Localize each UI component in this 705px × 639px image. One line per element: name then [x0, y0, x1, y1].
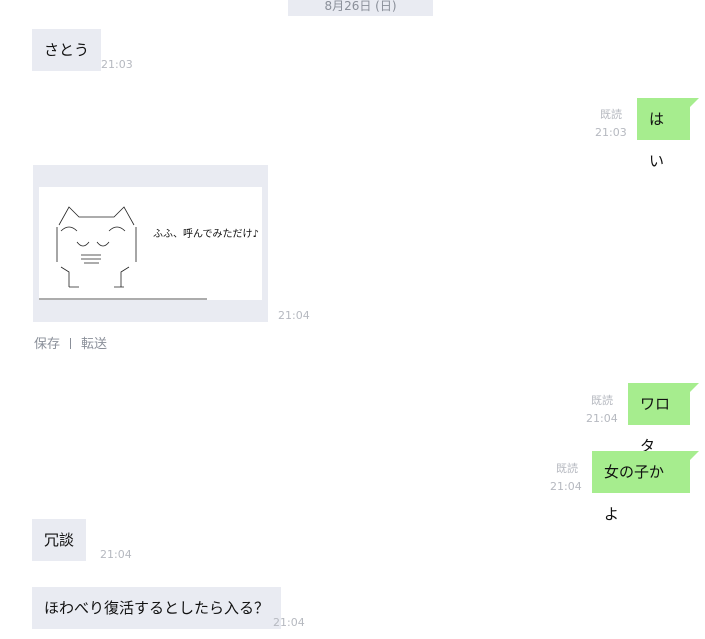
message-bubble-outgoing[interactable]: 女の子かよ	[592, 451, 699, 523]
cat-ascii-art	[39, 206, 207, 300]
image-caption-text: ふふ、呼んでみただけ♪	[153, 229, 259, 240]
read-receipt: 既読	[591, 394, 613, 407]
forward-button[interactable]: 転送	[81, 337, 107, 352]
message-time: 21:03	[595, 126, 627, 139]
ascii-art-image: ふふ、呼んでみただけ♪	[39, 187, 262, 300]
message-time: 21:04	[278, 309, 310, 322]
read-receipt: 既読	[600, 108, 622, 121]
save-button[interactable]: 保存	[34, 337, 60, 352]
message-time: 21:04	[586, 412, 618, 425]
image-message[interactable]: ふふ、呼んでみただけ♪	[33, 165, 268, 322]
message-bubble-incoming[interactable]: さとう	[32, 29, 102, 71]
message-time: 21:04	[273, 616, 305, 629]
message-bubble-incoming[interactable]: ほわべり復活するとしたら入る？	[32, 587, 282, 629]
message-time: 21:04	[550, 480, 582, 493]
message-bubble-incoming[interactable]: 冗談	[32, 519, 87, 561]
message-time: 21:04	[100, 548, 132, 561]
divider	[70, 338, 72, 349]
read-receipt: 既読	[556, 462, 578, 475]
message-time: 21:03	[101, 58, 133, 71]
image-actions: 保存 転送	[34, 333, 107, 352]
message-bubble-outgoing[interactable]: ワロタ	[628, 383, 699, 455]
date-divider: 8月26日 (日)	[288, 0, 433, 16]
message-bubble-outgoing[interactable]: はい	[637, 98, 699, 170]
